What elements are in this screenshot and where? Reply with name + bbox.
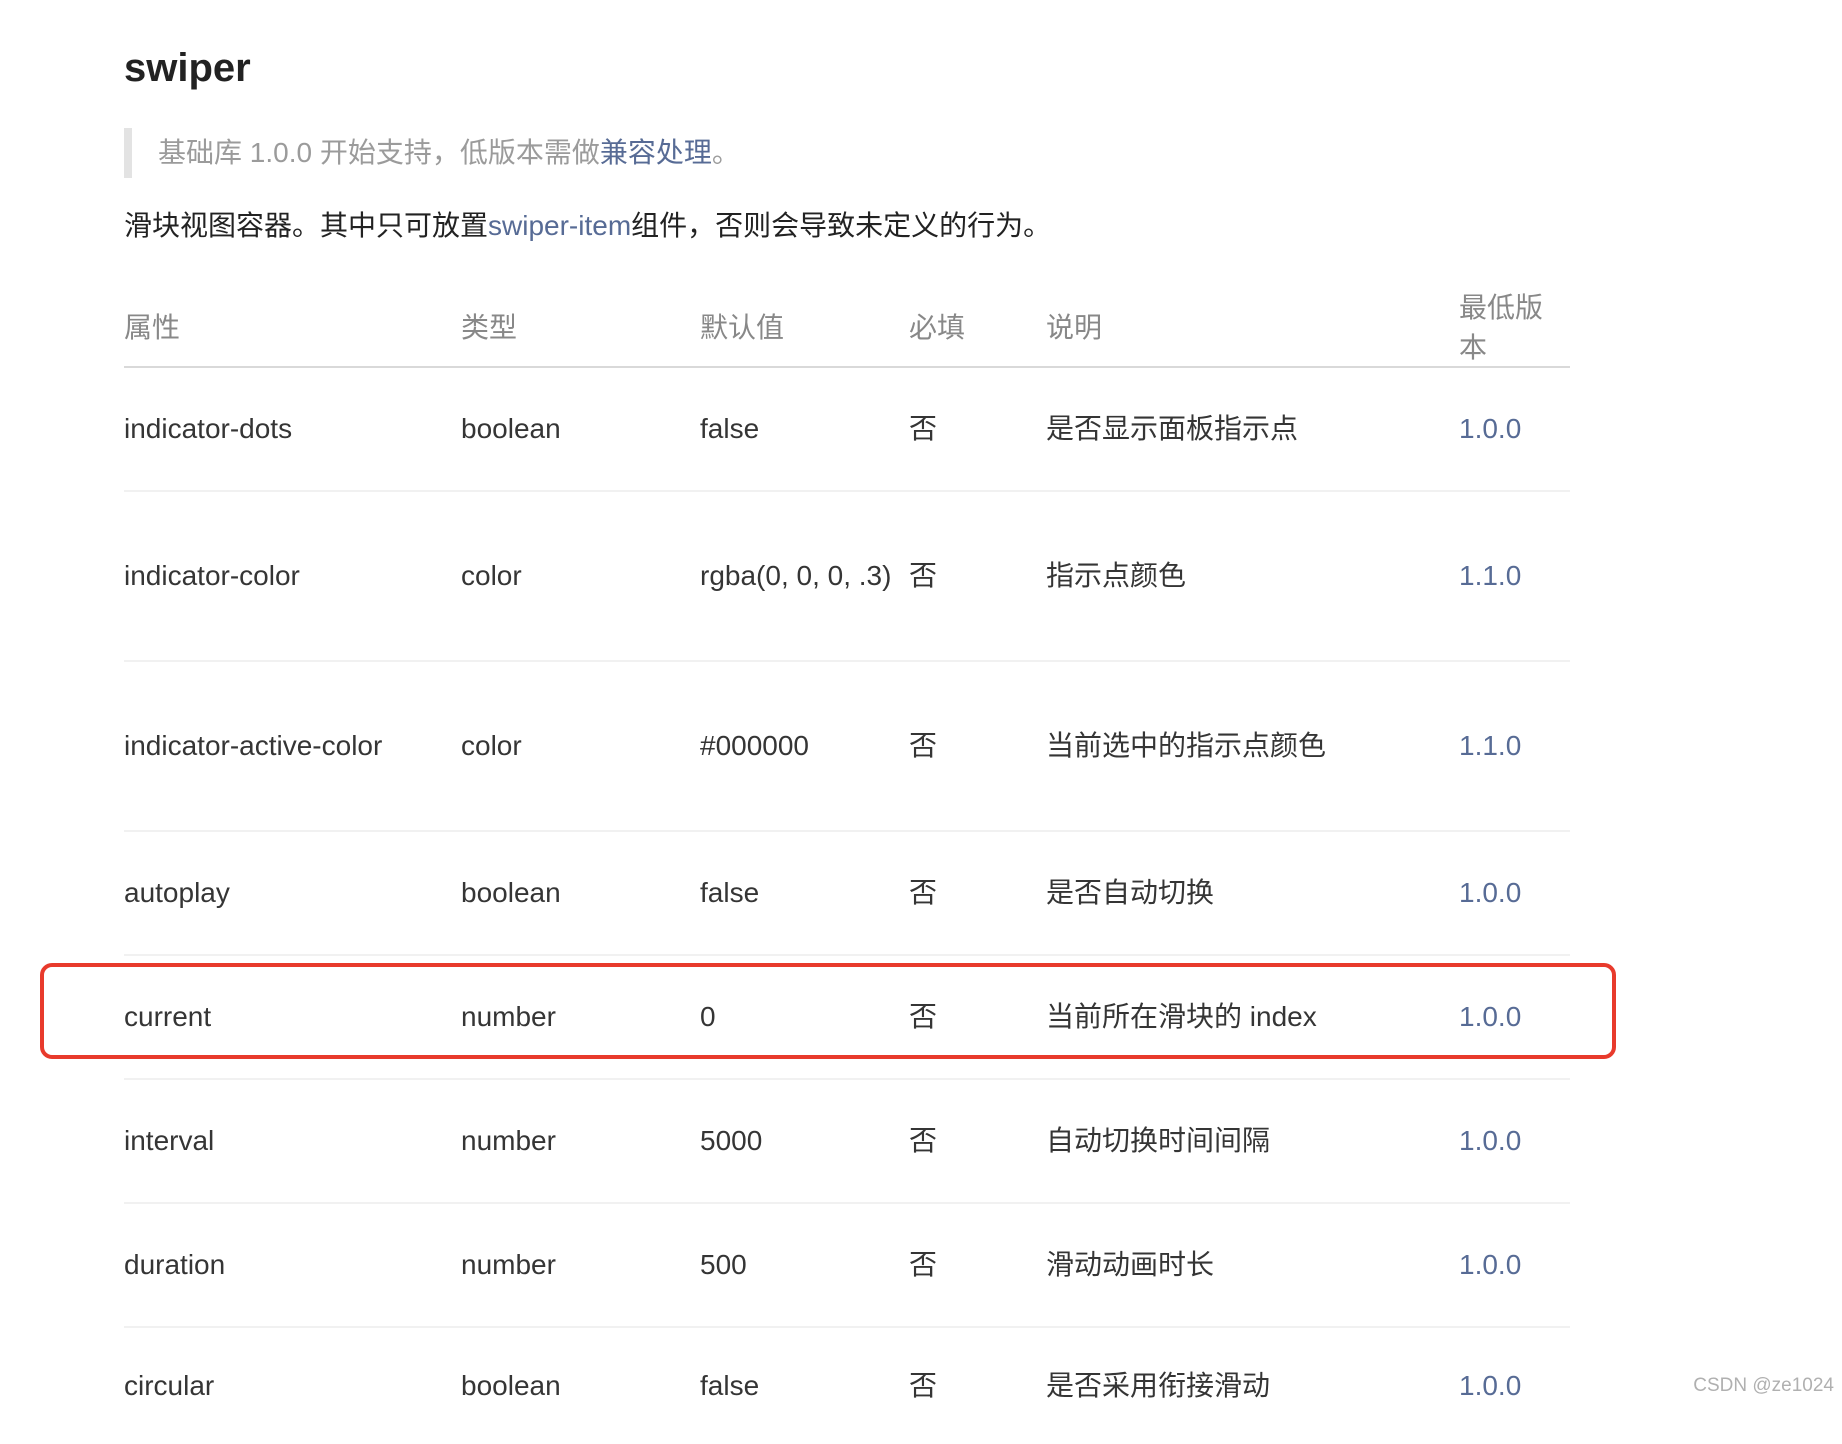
component-description: 滑块视图容器。其中只可放置swiper-item组件，否则会导致未定义的行为。	[124, 202, 1051, 250]
table-row: indicator-active-color color #000000 否 当…	[124, 661, 1570, 832]
cell-default: 0	[700, 955, 909, 1080]
cell-version[interactable]: 1.0.0	[1459, 1203, 1570, 1328]
cell-default: rgba(0, 0, 0, .3)	[700, 491, 909, 662]
support-note-text: 基础库 1.0.0 开始支持，低版本需做	[158, 137, 600, 168]
cell-type: number	[461, 955, 700, 1080]
cell-desc: 指示点颜色	[1046, 491, 1459, 662]
table-row: interval number 5000 否 自动切换时间间隔 1.0.0	[124, 1079, 1570, 1204]
table-row: circular boolean false 否 是否采用衔接滑动 1.0.0	[124, 1327, 1570, 1444]
table-header-row: 属性 类型 默认值 必填 说明 最低版本	[124, 286, 1570, 368]
cell-prop: interval	[124, 1079, 461, 1204]
header-version: 最低版本	[1459, 286, 1570, 368]
cell-type: boolean	[461, 831, 700, 956]
csdn-watermark: CSDN @ze1024	[1693, 1375, 1834, 1396]
cell-version[interactable]: 1.1.0	[1459, 491, 1570, 662]
cell-required: 否	[909, 955, 1046, 1080]
table-row: indicator-color color rgba(0, 0, 0, .3) …	[124, 491, 1570, 662]
cell-type: number	[461, 1203, 700, 1328]
cell-required: 否	[909, 491, 1046, 662]
cell-desc: 当前所在滑块的 index	[1046, 955, 1459, 1080]
cell-type: boolean	[461, 1370, 561, 1401]
cell-version[interactable]: 1.1.0	[1459, 661, 1570, 832]
table-row: indicator-dots boolean false 否 是否显示面板指示点…	[124, 367, 1570, 492]
cell-required: 否	[909, 831, 1046, 956]
cell-required: 否	[909, 1203, 1046, 1328]
header-default: 默认值	[700, 286, 909, 368]
header-desc: 说明	[1046, 286, 1459, 368]
cell-prop: indicator-dots	[124, 367, 461, 492]
header-required: 必填	[909, 286, 1046, 368]
cell-required: 否	[909, 1370, 938, 1401]
cell-default: #000000	[700, 661, 909, 832]
cell-prop: circular	[124, 1370, 215, 1401]
cell-default: false	[700, 1370, 760, 1401]
table-row-current: current number 0 否 当前所在滑块的 index 1.0.0	[124, 955, 1570, 1080]
compat-link[interactable]: 兼容处理	[600, 137, 712, 168]
cell-type: color	[461, 661, 700, 832]
cell-desc: 是否自动切换	[1046, 831, 1459, 956]
page-title: swiper	[124, 46, 251, 90]
cell-default: 5000	[700, 1079, 909, 1204]
cell-desc: 是否显示面板指示点	[1046, 367, 1459, 492]
cell-version[interactable]: 1.0.0	[1459, 831, 1570, 956]
cell-version[interactable]: 1.0.0	[1459, 1079, 1570, 1204]
cell-type: boolean	[461, 367, 700, 492]
header-prop: 属性	[124, 286, 461, 368]
table-row: autoplay boolean false 否 是否自动切换 1.0.0	[124, 831, 1570, 956]
cell-required: 否	[909, 1079, 1046, 1204]
cell-default: false	[700, 831, 909, 956]
cell-desc: 自动切换时间间隔	[1046, 1079, 1459, 1204]
cell-prop: indicator-active-color	[124, 661, 461, 832]
cell-version[interactable]: 1.0.0	[1459, 955, 1570, 1080]
cell-prop: autoplay	[124, 831, 461, 956]
cell-required: 否	[909, 661, 1046, 832]
cell-type: color	[461, 491, 700, 662]
cell-prop: current	[124, 955, 461, 1080]
cell-prop: indicator-color	[124, 491, 461, 662]
support-note-suffix: 。	[711, 137, 740, 168]
support-note: 基础库 1.0.0 开始支持，低版本需做兼容处理。	[124, 128, 740, 178]
cell-desc: 当前选中的指示点颜色	[1046, 661, 1459, 832]
description-text: 滑块视图容器。其中只可放置	[124, 210, 489, 241]
cell-type: number	[461, 1079, 700, 1204]
swiper-item-link[interactable]: swiper-item	[488, 210, 631, 241]
cell-version[interactable]: 1.0.0	[1459, 1327, 1570, 1444]
cell-prop: duration	[124, 1203, 461, 1328]
description-suffix: 组件，否则会导致未定义的行为。	[631, 210, 1052, 241]
cell-version[interactable]: 1.0.0	[1459, 367, 1570, 492]
cell-default: 500	[700, 1203, 909, 1328]
table-row: duration number 500 否 滑动动画时长 1.0.0	[124, 1203, 1570, 1328]
properties-table: 属性 类型 默认值 必填 说明 最低版本 indicator-dots bool…	[124, 286, 1570, 1444]
header-type: 类型	[461, 286, 700, 368]
cell-desc: 滑动动画时长	[1046, 1203, 1459, 1328]
cell-default: false	[700, 367, 909, 492]
cell-required: 否	[909, 367, 1046, 492]
cell-desc: 是否采用衔接滑动	[1046, 1370, 1271, 1401]
